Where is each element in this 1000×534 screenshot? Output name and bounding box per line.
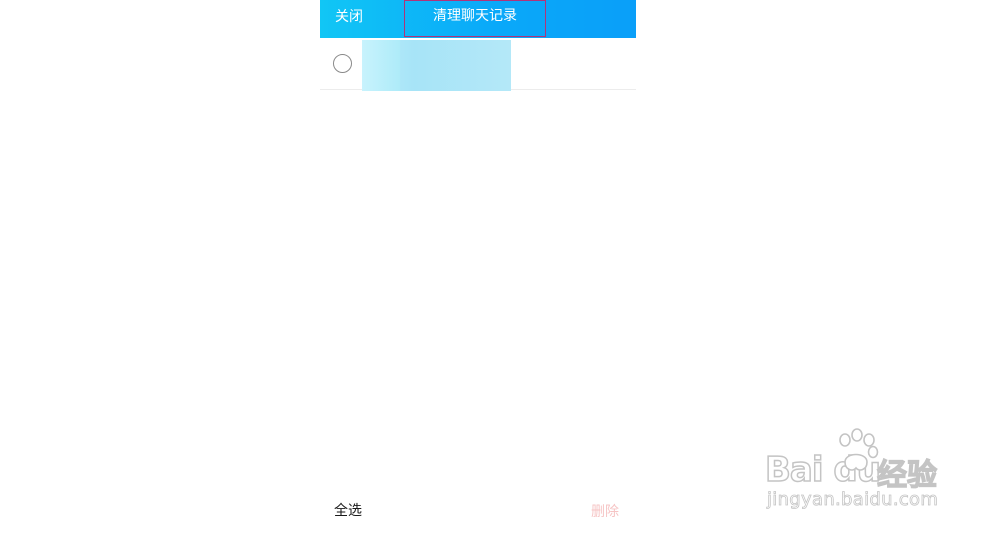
screenshot-canvas: 关闭 清理聊天记录 全选 删除 Bai du 经验 jingyan.baidu.…: [0, 0, 1000, 534]
redacted-content-highlight: [362, 40, 400, 91]
page-title: 清理聊天记录: [433, 8, 517, 24]
delete-button[interactable]: 删除: [591, 503, 619, 521]
watermark-jingyan-text: 经验: [876, 457, 937, 493]
paw-icon: [839, 428, 879, 471]
baidu-jingyan-watermark: Bai du 经验 jingyan.baidu.com: [764, 428, 985, 518]
title-bar: 关闭 清理聊天记录: [320, 0, 636, 38]
close-button[interactable]: 关闭: [335, 7, 363, 27]
watermark-url: jingyan.baidu.com: [767, 489, 939, 511]
phone-screen: 关闭 清理聊天记录 全选 删除: [320, 0, 636, 534]
select-all-button[interactable]: 全选: [334, 502, 362, 520]
list-item[interactable]: [320, 38, 636, 91]
select-radio[interactable]: [333, 54, 352, 73]
